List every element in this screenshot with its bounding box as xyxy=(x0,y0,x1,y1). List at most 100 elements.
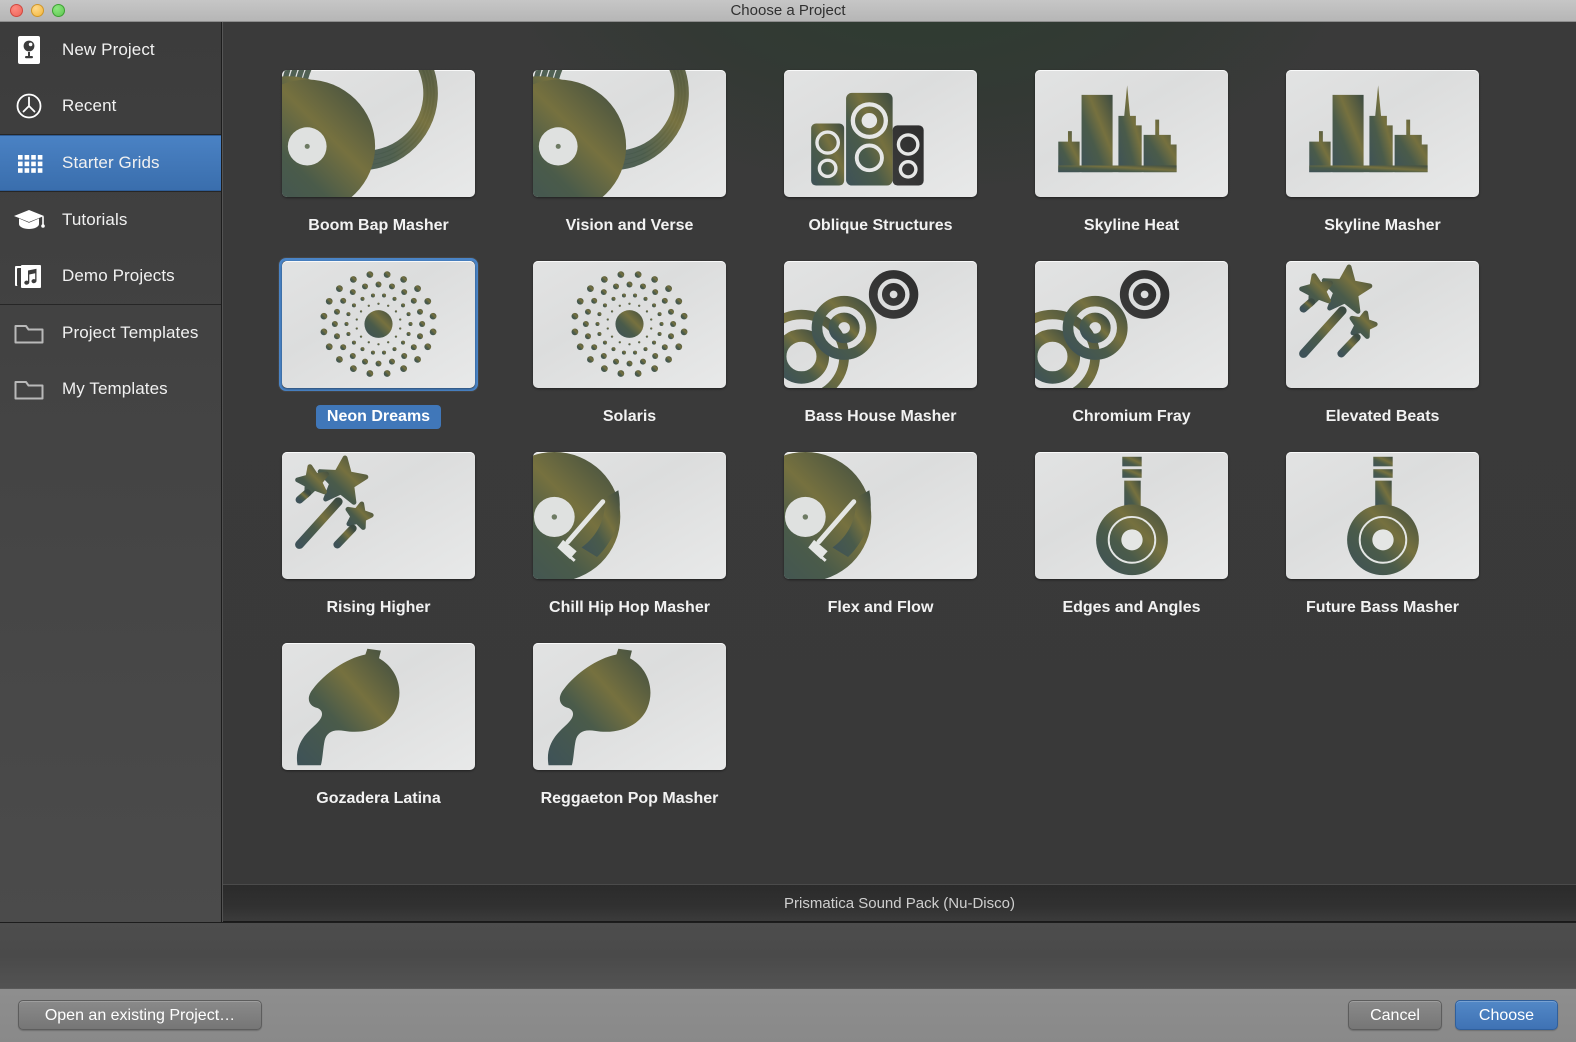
sidebar-group-4: Project Templates My Templates xyxy=(0,305,221,417)
project-thumbnail[interactable] xyxy=(781,67,980,200)
project-thumbnail[interactable] xyxy=(530,258,729,391)
project-tile-label: Elevated Beats xyxy=(1315,405,1451,429)
folder-icon xyxy=(12,316,46,350)
project-thumbnail[interactable] xyxy=(1283,67,1482,200)
open-existing-project-button[interactable]: Open an existing Project… xyxy=(18,1000,262,1030)
project-thumbnail[interactable] xyxy=(279,258,478,391)
vinyl-stack-icon xyxy=(282,70,475,197)
grid-icon xyxy=(12,146,46,180)
project-tile[interactable]: Reggaeton Pop Masher xyxy=(504,640,755,831)
choose-a-project-window: Choose a Project New Project Recent xyxy=(0,0,1576,1042)
project-grid: Boom Bap Masher Vision and Verse Oblique S… xyxy=(223,22,1576,831)
project-tile[interactable]: Skyline Masher xyxy=(1257,67,1508,258)
graduation-cap-icon xyxy=(12,203,46,237)
rings-icon xyxy=(784,261,977,388)
project-tile-label: Skyline Heat xyxy=(1073,214,1190,238)
project-tile[interactable]: Solaris xyxy=(504,258,755,449)
dot-burst-icon xyxy=(282,261,475,388)
project-tile[interactable]: Gozadera Latina xyxy=(253,640,504,831)
sidebar-item-label: Demo Projects xyxy=(62,266,175,286)
project-tile[interactable]: Skyline Heat xyxy=(1006,67,1257,258)
project-tile[interactable]: Chill Hip Hop Masher xyxy=(504,449,755,640)
sidebar-group-2: Starter Grids xyxy=(0,135,221,192)
project-tile[interactable]: Elevated Beats xyxy=(1257,258,1508,449)
sidebar-group-1: New Project Recent xyxy=(0,22,221,135)
clock-icon xyxy=(12,89,46,123)
project-thumbnail[interactable] xyxy=(530,67,729,200)
project-browser: Boom Bap Masher Vision and Verse Oblique S… xyxy=(223,22,1576,884)
window-title: Choose a Project xyxy=(0,0,1576,22)
project-tile[interactable]: Oblique Structures xyxy=(755,67,1006,258)
project-tile-label: Future Bass Masher xyxy=(1295,596,1470,620)
project-thumbnail[interactable] xyxy=(530,449,729,582)
magic-wand-icon xyxy=(282,452,475,579)
sidebar-item-my-templates[interactable]: My Templates xyxy=(0,361,221,417)
sidebar-item-demo-projects[interactable]: Demo Projects xyxy=(0,248,221,304)
cancel-button[interactable]: Cancel xyxy=(1348,1000,1442,1030)
speakers-icon xyxy=(784,70,977,197)
skyline-icon xyxy=(1035,70,1228,197)
sidebar-item-recent[interactable]: Recent xyxy=(0,78,221,134)
sound-pack-footer: Prismatica Sound Pack (Nu-Disco) xyxy=(223,884,1576,922)
title-bar: Choose a Project xyxy=(0,0,1576,22)
project-tile-label: Rising Higher xyxy=(315,596,441,620)
sidebar-item-label: My Templates xyxy=(62,379,168,399)
sidebar-item-project-templates[interactable]: Project Templates xyxy=(0,305,221,361)
project-tile-label: Chromium Fray xyxy=(1061,405,1201,429)
disk-project-icon xyxy=(12,33,46,67)
project-tile-label: Reggaeton Pop Masher xyxy=(530,787,730,811)
headphones-icon xyxy=(1286,452,1479,579)
project-tile[interactable]: Rising Higher xyxy=(253,449,504,640)
project-tile-label: Bass House Masher xyxy=(793,405,967,429)
project-tile[interactable]: Vision and Verse xyxy=(504,67,755,258)
sidebar-item-label: Tutorials xyxy=(62,210,127,230)
project-thumbnail[interactable] xyxy=(279,449,478,582)
project-thumbnail[interactable] xyxy=(781,258,980,391)
sidebar-item-tutorials[interactable]: Tutorials xyxy=(0,192,221,248)
project-tile-label: Gozadera Latina xyxy=(305,787,451,811)
project-thumbnail[interactable] xyxy=(1283,449,1482,582)
dot-burst-icon xyxy=(533,261,726,388)
project-tile-label: Flex and Flow xyxy=(817,596,945,620)
project-thumbnail[interactable] xyxy=(1032,449,1231,582)
sidebar-item-label: Starter Grids xyxy=(62,153,160,173)
project-thumbnail[interactable] xyxy=(530,640,729,773)
project-tile-label: Solaris xyxy=(592,405,667,429)
sidebar-item-new-project[interactable]: New Project xyxy=(0,22,221,78)
dialog-button-bar: Open an existing Project… Cancel Choose xyxy=(0,988,1576,1042)
project-thumbnail[interactable] xyxy=(1032,258,1231,391)
sax-bell-icon xyxy=(282,643,475,770)
sidebar: New Project Recent xyxy=(0,22,222,922)
project-tile-label: Chill Hip Hop Masher xyxy=(538,596,721,620)
project-tile-label: Boom Bap Masher xyxy=(297,214,459,238)
project-thumbnail[interactable] xyxy=(1032,67,1231,200)
project-tile[interactable]: Bass House Masher xyxy=(755,258,1006,449)
music-note-stack-icon xyxy=(12,259,46,293)
sax-bell-icon xyxy=(533,643,726,770)
project-tile[interactable]: Flex and Flow xyxy=(755,449,1006,640)
turntable-icon xyxy=(784,452,977,579)
sidebar-item-label: New Project xyxy=(62,40,155,60)
project-thumbnail[interactable] xyxy=(279,640,478,773)
folder-icon xyxy=(12,372,46,406)
project-thumbnail[interactable] xyxy=(1283,258,1482,391)
project-tile[interactable]: Chromium Fray xyxy=(1006,258,1257,449)
vinyl-stack-icon xyxy=(533,70,726,197)
choose-button[interactable]: Choose xyxy=(1455,1000,1558,1030)
project-tile[interactable]: Edges and Angles xyxy=(1006,449,1257,640)
skyline-icon xyxy=(1286,70,1479,197)
project-tile-label: Neon Dreams xyxy=(316,405,441,429)
project-thumbnail[interactable] xyxy=(279,67,478,200)
sidebar-item-label: Project Templates xyxy=(62,323,199,343)
sound-pack-label: Prismatica Sound Pack (Nu-Disco) xyxy=(784,895,1015,912)
project-tile[interactable]: Boom Bap Masher xyxy=(253,67,504,258)
turntable-icon xyxy=(533,452,726,579)
project-tile-label: Vision and Verse xyxy=(555,214,705,238)
project-tile[interactable]: Future Bass Masher xyxy=(1257,449,1508,640)
sidebar-item-starter-grids[interactable]: Starter Grids xyxy=(0,135,221,191)
magic-wand-icon xyxy=(1286,261,1479,388)
project-thumbnail[interactable] xyxy=(781,449,980,582)
sidebar-group-3: Tutorials Demo Projects xyxy=(0,192,221,305)
project-tile[interactable]: Neon Dreams xyxy=(253,258,504,449)
headphones-icon xyxy=(1035,452,1228,579)
